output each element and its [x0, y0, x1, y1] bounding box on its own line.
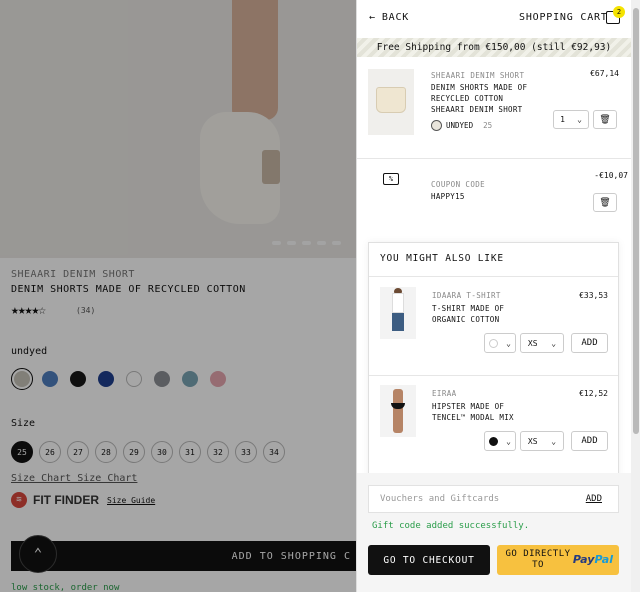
size-value: XS	[527, 436, 538, 446]
remove-item-button[interactable]: 🗑	[593, 110, 617, 129]
cart-title: SHOPPING CART	[519, 12, 608, 23]
scrollbar-thumb[interactable]	[633, 8, 639, 434]
size-select[interactable]: XS ⌄	[520, 333, 564, 353]
trash-icon: 🗑	[599, 197, 611, 208]
cart-item-image[interactable]	[368, 69, 414, 135]
remove-coupon-button[interactable]: 🗑	[593, 193, 617, 212]
coupon-code: HAPPY15	[431, 192, 465, 201]
arrow-left-icon: ←	[369, 12, 376, 23]
coupon-icon: %	[383, 173, 399, 185]
voucher-field[interactable]: Vouchers and Giftcards ADD	[368, 485, 619, 513]
cart-item-name[interactable]: DENIM SHORTS MADE OF RECYCLED COTTON SHE…	[431, 82, 541, 115]
add-recommendation-button[interactable]: ADD	[571, 431, 608, 451]
chevron-down-icon: ⌄	[551, 338, 557, 348]
modal-backdrop[interactable]	[0, 0, 356, 592]
back-label: BACK	[381, 12, 410, 23]
recommendation-price: €33,53	[579, 291, 608, 300]
size-select[interactable]: XS ⌄	[520, 431, 564, 451]
trash-icon: 🗑	[599, 114, 611, 125]
color-select[interactable]: ⌄	[484, 431, 516, 451]
chevron-down-icon: ⌄	[551, 436, 557, 446]
cart-item-variant: UNDYED 25	[431, 120, 492, 131]
recommendations-panel: YOU MIGHT ALSO LIKE IDAARA T-SHIRT T-SHI…	[368, 242, 619, 482]
recommendations-title: YOU MIGHT ALSO LIKE	[380, 253, 504, 264]
checkout-button[interactable]: GO TO CHECKOUT	[368, 545, 490, 575]
coupon-label: COUPON CODE	[431, 180, 486, 189]
paypal-logo-pay: Pay	[572, 553, 595, 566]
recommendation-image[interactable]	[380, 287, 416, 339]
color-dot	[489, 436, 499, 446]
recommendation-brand: EIRAA	[432, 389, 457, 398]
cart-drawer: ← BACK SHOPPING CART 2 Free Shipping fro…	[356, 0, 640, 592]
chevron-down-icon: ⌄	[506, 436, 511, 446]
cart-scrollbar[interactable]	[631, 0, 640, 592]
cart-header: ← BACK SHOPPING CART 2	[357, 0, 631, 36]
recommendation-brand: IDAARA T-SHIRT	[432, 291, 501, 300]
voucher-success-message: Gift code added successfully.	[372, 521, 530, 531]
voucher-add-button[interactable]: ADD	[586, 494, 602, 504]
model-legs	[393, 389, 403, 433]
cart-item-color: UNDYED	[446, 121, 474, 130]
paypal-logo-pal: Pal	[594, 553, 613, 566]
recommendation-name[interactable]: HIPSTER MADE OF TENCEL™ MODAL MIX	[432, 401, 542, 423]
shorts-thumbnail	[376, 87, 406, 113]
recommendation-item: EIRAA HIPSTER MADE OF TENCEL™ MODAL MIX …	[369, 375, 618, 473]
recommendation-image[interactable]	[380, 385, 416, 437]
paypal-label: GO DIRECTLY TO	[505, 549, 571, 570]
cart-item-size: 25	[483, 121, 493, 130]
color-dot	[489, 338, 499, 348]
paypal-button[interactable]: GO DIRECTLY TO PayPal	[497, 545, 619, 575]
chevron-down-icon: ⌄	[577, 115, 582, 124]
quantity-value: 1	[560, 115, 565, 124]
back-button[interactable]: ← BACK	[369, 12, 409, 23]
color-swatch	[431, 120, 442, 131]
cart-footer: Vouchers and Giftcards ADD Gift code add…	[357, 473, 631, 592]
cart-item-brand: SHEAARI DENIM SHORT	[431, 71, 525, 80]
color-select[interactable]: ⌄	[484, 333, 516, 353]
coupon-amount: -€10,07	[594, 171, 628, 180]
model-jeans	[392, 313, 404, 331]
chevron-down-icon: ⌄	[506, 338, 511, 348]
add-recommendation-button[interactable]: ADD	[571, 333, 608, 353]
size-value: XS	[527, 338, 538, 348]
free-shipping-banner: Free Shipping from €150,00 (still €92,93…	[357, 38, 631, 57]
recommendation-name[interactable]: T-SHIRT MADE OF ORGANIC COTTON	[432, 303, 542, 325]
model-tshirt	[392, 293, 404, 313]
recommendation-price: €12,52	[579, 389, 608, 398]
cart-item: SHEAARI DENIM SHORT DENIM SHORTS MADE OF…	[357, 58, 631, 159]
quantity-select[interactable]: 1 ⌄	[553, 110, 589, 129]
cart-count-badge: 2	[613, 6, 625, 18]
recommendation-item: IDAARA T-SHIRT T-SHIRT MADE OF ORGANIC C…	[369, 277, 618, 375]
cart-item-price: €67,14	[590, 69, 619, 78]
paypal-logo: PayPal	[573, 553, 613, 566]
voucher-placeholder: Vouchers and Giftcards	[380, 494, 500, 504]
